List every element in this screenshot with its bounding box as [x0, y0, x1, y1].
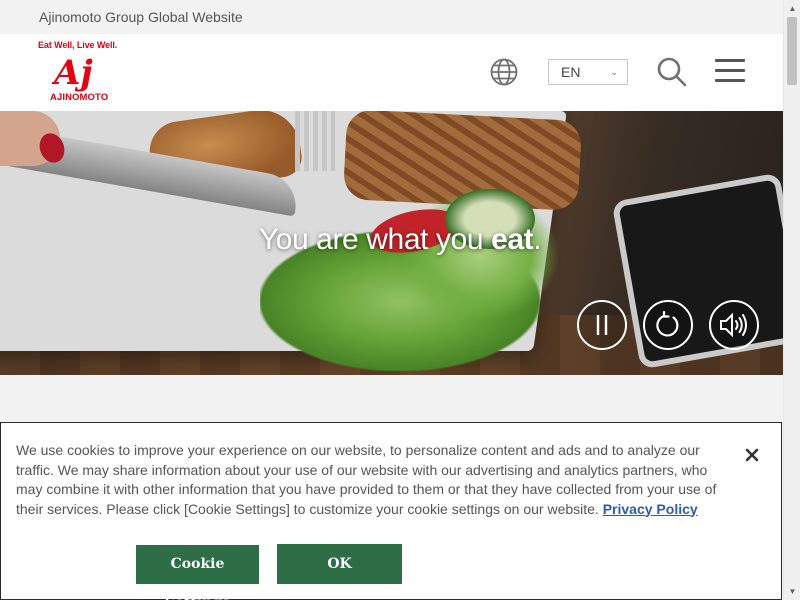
hamburger-menu-icon[interactable] [715, 59, 745, 85]
hero-slogan: You are what you eat. [0, 223, 783, 257]
site-header: Eat Well, Live Well. Aj AJINOMOTO EN ⌄ [0, 34, 783, 111]
menu-line [715, 69, 745, 72]
slogan-text: You are what you [258, 223, 492, 256]
sound-icon [720, 312, 747, 338]
menu-line [715, 79, 745, 82]
scroll-up-arrow-icon[interactable]: ▲ [784, 0, 800, 17]
cookie-message: We use cookies to improve your experienc… [16, 441, 721, 519]
page-viewport: Ajinomoto Group Global Website Eat Well,… [0, 0, 783, 600]
site-title[interactable]: Ajinomoto Group Global Website [39, 9, 243, 25]
pause-button[interactable] [577, 300, 627, 350]
logo-tagline: Eat Well, Live Well. [38, 40, 118, 50]
search-icon[interactable] [656, 56, 688, 88]
aj-logo-mark: Aj [52, 54, 93, 92]
slogan-emphasis: eat [491, 223, 534, 256]
chevron-down-icon: ⌄ [610, 67, 618, 77]
logo-mark-text: Aj [52, 54, 93, 92]
slogan-period: . [533, 223, 542, 256]
ok-button[interactable]: OK [277, 544, 402, 584]
pause-icon [596, 315, 608, 335]
vertical-scrollbar[interactable]: ▲ ▼ [783, 0, 800, 600]
replay-icon [656, 310, 679, 337]
cookie-banner: We use cookies to improve your experienc… [0, 422, 782, 600]
ajinomoto-logo[interactable]: Eat Well, Live Well. Aj AJINOMOTO [38, 40, 128, 106]
close-icon[interactable] [742, 445, 762, 465]
cookie-settings-button[interactable]: Cookie Settings [136, 545, 259, 600]
site-topbar: Ajinomoto Group Global Website [0, 0, 783, 34]
logo-wordmark: AJINOMOTO [50, 92, 109, 103]
hero-video: You are what you eat. [0, 111, 783, 375]
language-selected: EN [561, 64, 581, 80]
language-select[interactable]: EN ⌄ [548, 59, 628, 85]
scroll-down-arrow-icon[interactable]: ▼ [784, 583, 800, 600]
privacy-policy-link[interactable]: Privacy Policy [603, 501, 698, 517]
globe-icon[interactable] [489, 57, 519, 87]
replay-button[interactable] [643, 300, 693, 350]
scrollbar-thumb[interactable] [787, 17, 797, 85]
menu-line [715, 59, 745, 62]
sound-button[interactable] [709, 300, 759, 350]
